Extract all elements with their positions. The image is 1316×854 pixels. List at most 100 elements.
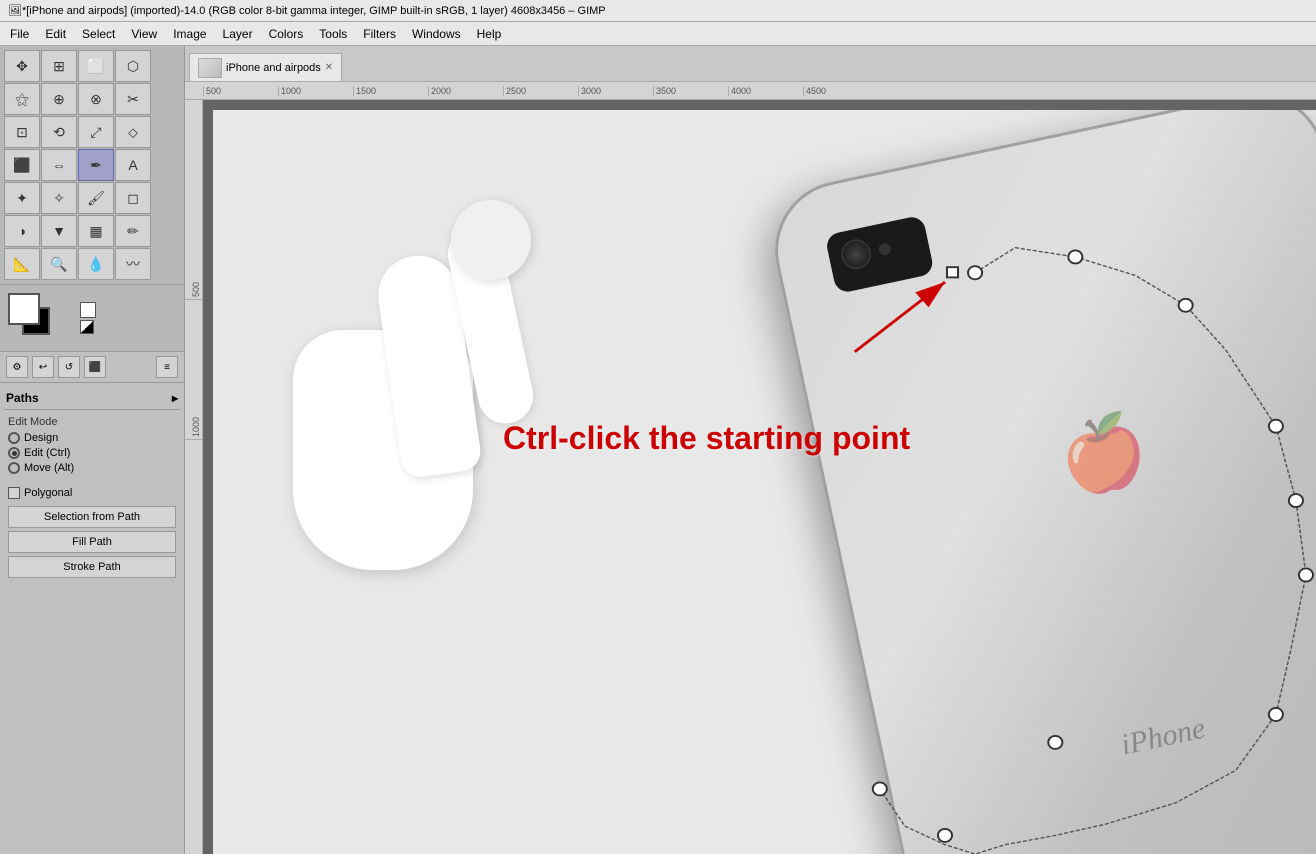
tab-close-button[interactable]: ✕ — [325, 62, 333, 73]
titlebar: 🖼 *[iPhone and airpods] (imported)-14.0 … — [0, 0, 1316, 22]
menu-item-file[interactable]: File — [4, 25, 35, 43]
move-radio[interactable] — [8, 462, 20, 474]
ruler-top: 500 1000 1500 2000 2500 3000 3500 4000 4… — [185, 82, 1316, 100]
color-pick[interactable]: 💧 — [78, 248, 114, 280]
tool-options-row: ⚙ ↩ ↺ ⬛ ≡ — [0, 351, 184, 383]
design-option[interactable]: Design — [8, 432, 176, 444]
stroke-path-button[interactable]: Stroke Path — [8, 556, 176, 578]
foreground-color[interactable] — [8, 293, 40, 325]
ruler-mark-500: 500 — [203, 86, 278, 96]
ruler-marks-top: 500 1000 1500 2000 2500 3000 3500 4000 4… — [203, 86, 878, 96]
polygonal-label: Polygonal — [24, 487, 72, 499]
iphone-lens-1 — [838, 237, 874, 273]
iphone-lens-flash — [878, 242, 892, 256]
scissors-select[interactable]: ✂ — [115, 83, 151, 115]
paths-panel: Paths ▸ Edit Mode Design Edit (Ctrl) Mov… — [0, 383, 184, 854]
flip-tool[interactable]: ⇔ — [41, 149, 77, 181]
fill-path-button[interactable]: Fill Path — [8, 531, 176, 553]
ruler-mark-4500: 4500 — [803, 86, 878, 96]
erase-tool[interactable]: ◻ — [115, 182, 151, 214]
menu-item-colors[interactable]: Colors — [263, 25, 310, 43]
perspective-tool[interactable]: ⬛ — [4, 149, 40, 181]
shear-tool[interactable]: ⬦ — [115, 116, 151, 148]
polygonal-checkbox[interactable]: Polygonal — [4, 483, 180, 503]
crop-tool[interactable]: ⊡ — [4, 116, 40, 148]
smudge-tool[interactable]: 〰 — [115, 248, 151, 280]
main-layout: ✥ ⊞ ⬜ ⬡ ⚝ ⊕ ⊗ ✂ ⊡ ⟲ ⤢ ⬦ ⬛ ⇔ ✒ A ✦ ✧ 🖌 ◻ … — [0, 46, 1316, 854]
menubar: FileEditSelectViewImage LayerColorsToolsF… — [0, 22, 1316, 46]
edit-mode-label: Edit Mode — [8, 416, 176, 428]
paths-label: Paths — [6, 391, 39, 405]
image-tab[interactable]: iPhone and airpods ✕ — [189, 53, 342, 81]
content-area: iPhone and airpods ✕ 500 1000 1500 2000 … — [185, 46, 1316, 854]
scale-tool[interactable]: ⤢ — [78, 116, 114, 148]
polygonal-check-box[interactable] — [8, 487, 20, 499]
menu-item-filters[interactable]: Filters — [357, 25, 402, 43]
design-radio[interactable] — [8, 432, 20, 444]
menu-item-layer[interactable]: Layer — [217, 25, 259, 43]
reset-colors[interactable] — [80, 302, 96, 318]
image-area[interactable]: 🍎 iPhone — [213, 110, 1316, 854]
select-by-color[interactable]: ⊗ — [78, 83, 114, 115]
fuzzy-select[interactable]: ⊕ — [41, 83, 77, 115]
panel-menu[interactable]: ≡ — [156, 356, 178, 378]
menu-item-edit[interactable]: Edit — [39, 25, 72, 43]
ruler-mark-3500: 3500 — [653, 86, 728, 96]
menu-item-select[interactable]: Select — [76, 25, 121, 43]
pencil-tool[interactable]: ✏ — [115, 215, 151, 247]
ruler-mark-2500: 2500 — [503, 86, 578, 96]
color-swatches-area — [0, 285, 184, 351]
menu-item-help[interactable]: Help — [471, 25, 508, 43]
rect-select[interactable]: ⬜ — [78, 50, 114, 82]
iphone-apple-logo: 🍎 — [1052, 406, 1154, 504]
ruler-mark-4000: 4000 — [728, 86, 803, 96]
tool-option-3[interactable]: ↺ — [58, 356, 80, 378]
airpod-right-bud — [451, 200, 531, 280]
design-label: Design — [24, 432, 58, 444]
tool-option-2[interactable]: ↩ — [32, 356, 54, 378]
instruction-text: Ctrl-click the starting point — [503, 420, 910, 457]
ellipse-select[interactable]: ⬡ — [115, 50, 151, 82]
tool-option-1[interactable]: ⚙ — [6, 356, 28, 378]
align-tool[interactable]: ⊞ — [41, 50, 77, 82]
blend-tool[interactable]: ▦ — [78, 215, 114, 247]
canvas[interactable]: 🍎 iPhone — [203, 100, 1316, 854]
tab-thumbnail — [198, 58, 222, 78]
text-tool[interactable]: A — [115, 149, 151, 181]
move-option[interactable]: Move (Alt) — [8, 462, 176, 474]
ruler-left: 500 1000 — [185, 100, 203, 854]
toolbox: ✥ ⊞ ⬜ ⬡ ⚝ ⊕ ⊗ ✂ ⊡ ⟲ ⤢ ⬦ ⬛ ⇔ ✒ A ✦ ✧ 🖌 ◻ … — [0, 46, 184, 285]
selection-from-path-button[interactable]: Selection from Path — [8, 506, 176, 528]
menu-item-windows[interactable]: Windows — [406, 25, 467, 43]
bucket-tool[interactable]: ▼ — [41, 215, 77, 247]
paths-tool[interactable]: ✒ — [78, 149, 114, 181]
edit-radio[interactable] — [8, 447, 20, 459]
measure-tool[interactable]: 📐 — [4, 248, 40, 280]
zoom-tool[interactable]: 🔍 — [41, 248, 77, 280]
paths-panel-arrow: ▸ — [172, 391, 178, 405]
edit-option[interactable]: Edit (Ctrl) — [8, 447, 176, 459]
menu-item-tools[interactable]: Tools — [313, 25, 353, 43]
menu-item-view[interactable]: View — [125, 25, 163, 43]
tab-label: iPhone and airpods — [226, 62, 321, 74]
paint-tool[interactable]: 🖌 — [78, 182, 114, 214]
sidebar: ✥ ⊞ ⬜ ⬡ ⚝ ⊕ ⊗ ✂ ⊡ ⟲ ⤢ ⬦ ⬛ ⇔ ✒ A ✦ ✧ 🖌 ◻ … — [0, 46, 185, 854]
swap-colors[interactable] — [80, 320, 94, 334]
iphone-text: iPhone — [1118, 712, 1208, 763]
dodge-tool[interactable]: ◑ — [4, 215, 40, 247]
menu-item-image[interactable]: Image — [167, 25, 212, 43]
tabs-area: iPhone and airpods ✕ — [185, 46, 1316, 82]
heal-tool[interactable]: ✧ — [41, 182, 77, 214]
clone-tool[interactable]: ✦ — [4, 182, 40, 214]
free-select[interactable]: ⚝ — [4, 83, 40, 115]
rotate-tool[interactable]: ⟲ — [41, 116, 77, 148]
foreground-background-area — [8, 293, 68, 343]
canvas-with-left-ruler: 500 1000 — [185, 100, 1316, 854]
move-label: Move (Alt) — [24, 462, 74, 474]
iphone-camera-module — [825, 215, 935, 294]
paths-panel-header: Paths ▸ — [4, 387, 180, 410]
path-node-10 — [873, 782, 887, 795]
ruler-mark-left-500: 500 — [185, 220, 202, 300]
move-tool[interactable]: ✥ — [4, 50, 40, 82]
tool-option-4[interactable]: ⬛ — [84, 356, 106, 378]
